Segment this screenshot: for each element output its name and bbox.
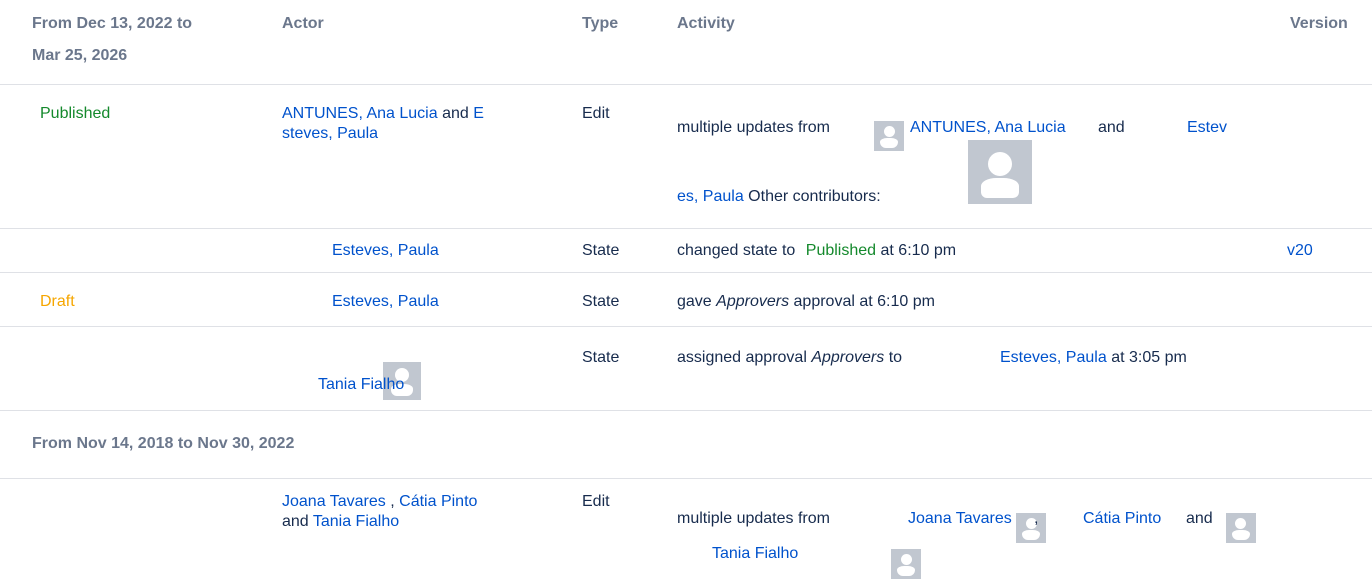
- state-published-label: Published: [40, 105, 111, 122]
- activity-link-tania[interactable]: Tania Fialho: [712, 544, 798, 564]
- section-period-title: From Nov 14, 2018 to Nov 30, 2022: [32, 435, 295, 452]
- activity-link-esteves[interactable]: Esteves, Paula: [1000, 349, 1107, 366]
- activity-prefix: gave: [677, 293, 712, 310]
- activity-line2: es, Paula Other contributors:: [677, 187, 881, 207]
- row-divider: [0, 478, 1372, 479]
- type-cell: Edit: [582, 493, 610, 510]
- activity-cell: changed state to Published at 6:10 pm: [677, 241, 956, 261]
- type-cell: Edit: [582, 105, 610, 122]
- activity-cell-end: Esteves, Paula at 3:05 pm: [1000, 348, 1187, 368]
- activity-link-esteves-part2[interactable]: es, Paula: [677, 188, 744, 205]
- activity-link-joana[interactable]: Joana Tavares: [908, 509, 1012, 529]
- approvers-label: Approvers: [716, 293, 790, 310]
- actor-and: and: [442, 105, 469, 122]
- avatar-icon[interactable]: [1225, 513, 1256, 543]
- activity-suffix: approval at 6:10 pm: [793, 293, 935, 310]
- avatar-icon[interactable]: [1016, 513, 1047, 543]
- row-divider: [0, 326, 1372, 327]
- approvers-label: Approvers: [811, 349, 885, 366]
- actor-link-tania[interactable]: Tania Fialho: [313, 513, 399, 530]
- state-draft-label: Draft: [40, 293, 75, 310]
- type-cell: State: [582, 349, 620, 366]
- state-published-label: Published: [805, 242, 877, 259]
- actor-and: and: [282, 513, 309, 530]
- actor-link-esteves-part1[interactable]: E: [473, 105, 484, 122]
- activity-comma: ,: [1034, 510, 1039, 527]
- period-line2: Mar 25, 2026: [32, 47, 128, 64]
- activity-cell: assigned approval Approvers to: [677, 348, 902, 368]
- activity-prefix: multiple updates from: [677, 510, 830, 527]
- actor-comma: ,: [390, 493, 395, 510]
- type-cell: State: [582, 293, 620, 310]
- row-divider: [0, 410, 1372, 411]
- actor-cell: Joana Tavares , Cátia Pinto and Tania Fi…: [282, 492, 552, 532]
- actor-link-esteves[interactable]: Esteves, Paula: [332, 292, 439, 312]
- activity-and: and: [1186, 510, 1213, 527]
- activity-link-catia[interactable]: Cátia Pinto: [1083, 509, 1161, 529]
- activity-prefix: changed state to: [677, 242, 796, 259]
- activity-and: and: [1098, 119, 1125, 136]
- actor-link-catia[interactable]: Cátia Pinto: [399, 493, 477, 510]
- actor-link-esteves-part2[interactable]: steves, Paula: [282, 125, 378, 142]
- avatar-icon[interactable]: [968, 140, 1033, 204]
- actor-cell: ANTUNES, Ana Lucia and E steves, Paula: [282, 104, 547, 144]
- other-contributors-label: Other contributors:: [748, 188, 881, 205]
- activity-cell: gave Approvers approval at 6:10 pm: [677, 292, 935, 312]
- actor-link-esteves[interactable]: Esteves, Paula: [332, 241, 439, 261]
- column-header-version: Version: [1290, 15, 1348, 32]
- avatar-icon[interactable]: [874, 121, 904, 151]
- actor-link-antunes[interactable]: ANTUNES, Ana Lucia: [282, 105, 438, 122]
- activity-line1: multiple updates from: [677, 118, 830, 138]
- activity-link-esteves-part1[interactable]: Estev: [1187, 118, 1227, 138]
- version-link[interactable]: v20: [1287, 241, 1313, 261]
- avatar-icon[interactable]: [891, 549, 922, 579]
- column-header-type: Type: [582, 15, 619, 32]
- header-divider: [0, 84, 1372, 85]
- column-header-actor: Actor: [282, 15, 324, 32]
- activity-to: to: [888, 349, 903, 366]
- activity-prefix: multiple updates from: [677, 119, 830, 136]
- period-line1: From Dec 13, 2022 to: [32, 15, 193, 32]
- type-cell: State: [582, 242, 620, 259]
- activity-prefix: assigned approval: [677, 349, 807, 366]
- activity-link-antunes[interactable]: ANTUNES, Ana Lucia: [910, 118, 1066, 138]
- column-header-period: From Dec 13, 2022 to Mar 25, 2026: [32, 8, 192, 72]
- activity-suffix: at 6:10 pm: [880, 242, 957, 259]
- row-divider: [0, 272, 1372, 273]
- row-divider: [0, 228, 1372, 229]
- actor-link-joana[interactable]: Joana Tavares: [282, 493, 386, 510]
- activity-suffix: at 3:05 pm: [1111, 349, 1187, 366]
- actor-link-tania[interactable]: Tania Fialho: [318, 375, 404, 395]
- column-header-activity: Activity: [677, 15, 735, 32]
